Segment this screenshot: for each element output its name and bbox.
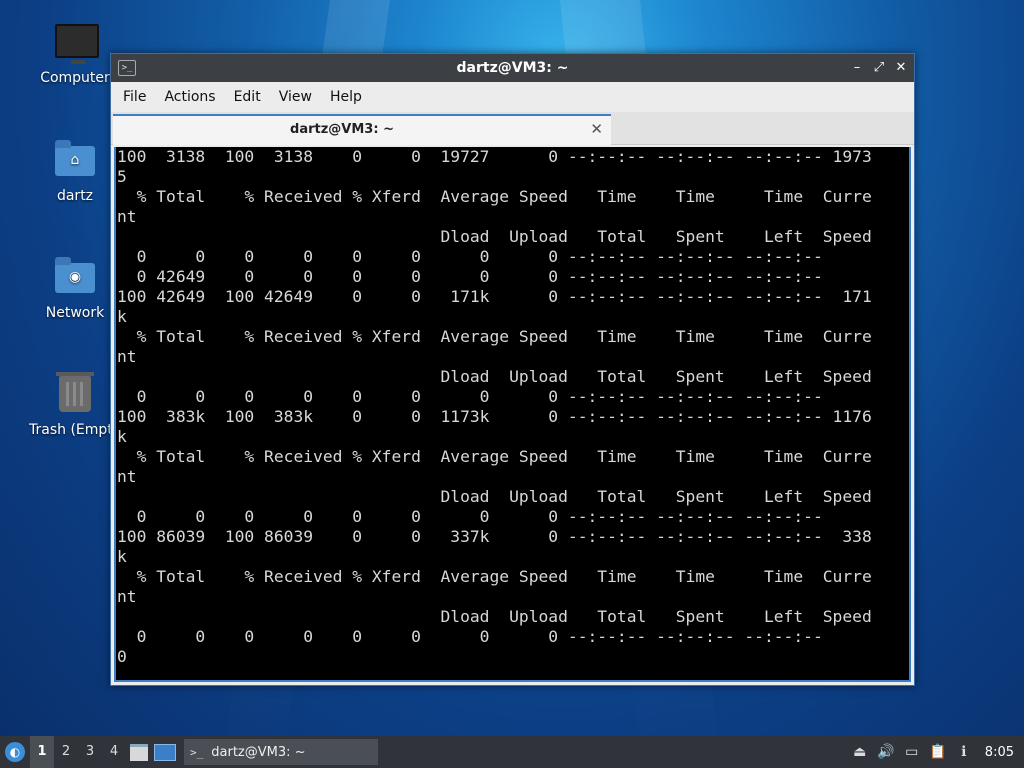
computer-icon bbox=[53, 20, 99, 64]
taskbar: ◐ 1 2 3 4 >_ dartz@VM3: ~ ⏏ 🔊 ▭ 📋 ℹ 8:05 bbox=[0, 736, 1024, 768]
workspace-4[interactable]: 4 bbox=[102, 736, 126, 768]
eject-icon[interactable]: ⏏ bbox=[847, 736, 873, 768]
home-folder-icon: ⌂ bbox=[53, 138, 97, 182]
terminal-window: >_ dartz@VM3: ~ – ⤢ ✕ File Actions Edit … bbox=[110, 53, 915, 686]
network-folder-icon: ◉ bbox=[53, 255, 97, 299]
terminal-task-icon: >_ bbox=[190, 745, 204, 759]
show-desktop-button[interactable] bbox=[152, 736, 178, 768]
terminal-line: nt bbox=[117, 467, 137, 486]
terminal-line: k bbox=[117, 427, 127, 446]
terminal-line: % Total % Received % Xferd Average Speed… bbox=[117, 447, 872, 466]
close-icon[interactable]: ✕ bbox=[892, 59, 910, 77]
start-menu-button[interactable]: ◐ bbox=[0, 736, 30, 768]
desktop-icon-network[interactable]: ◉ Network bbox=[29, 255, 121, 321]
terminal-line: 0 0 0 0 0 0 0 0 --:--:-- --:--:-- --:--:… bbox=[117, 387, 823, 406]
update-notifier-icon[interactable]: ℹ bbox=[951, 736, 977, 768]
terminal-line: Dload Upload Total Spent Left Speed bbox=[117, 367, 872, 386]
terminal-line: 100 42649 100 42649 0 0 171k 0 --:--:-- … bbox=[117, 287, 872, 306]
task-label: dartz@VM3: ~ bbox=[211, 744, 306, 760]
terminal-line: k bbox=[117, 547, 127, 566]
tab-close-icon[interactable]: ✕ bbox=[590, 120, 603, 138]
terminal-line: Dload Upload Total Spent Left Speed bbox=[117, 487, 872, 506]
desktop-icon-label: Network bbox=[45, 305, 105, 321]
show-desktop-icon bbox=[154, 743, 176, 761]
minimize-icon[interactable]: – bbox=[848, 59, 866, 77]
terminal-line: 0 0 0 0 0 0 0 0 --:--:-- --:--:-- --:--:… bbox=[117, 247, 823, 266]
menu-bar: File Actions Edit View Help bbox=[111, 82, 914, 112]
terminal-line: 0 bbox=[117, 647, 127, 666]
terminal-line: % Total % Received % Xferd Average Speed… bbox=[117, 187, 872, 206]
clipboard-icon[interactable]: 📋 bbox=[925, 736, 951, 768]
network-tray-icon[interactable]: ▭ bbox=[899, 736, 925, 768]
workspace-2[interactable]: 2 bbox=[54, 736, 78, 768]
terminal-line: 0 0 0 0 0 0 0 0 --:--:-- --:--:-- --:--:… bbox=[117, 507, 823, 526]
window-title: dartz@VM3: ~ bbox=[456, 60, 569, 76]
volume-icon[interactable]: 🔊 bbox=[873, 736, 899, 768]
system-tray: ⏏ 🔊 ▭ 📋 ℹ 8:05 bbox=[847, 736, 1024, 768]
menu-help[interactable]: Help bbox=[324, 89, 374, 105]
clock[interactable]: 8:05 bbox=[977, 745, 1024, 760]
desktop-icon-label: Computer bbox=[40, 70, 110, 86]
tab-bar: dartz@VM3: ~ ✕ bbox=[111, 112, 914, 145]
desktop-icon-label: dartz bbox=[56, 188, 94, 204]
menu-view[interactable]: View bbox=[273, 89, 324, 105]
file-manager-icon bbox=[130, 743, 148, 761]
tab-title: dartz@VM3: ~ bbox=[290, 122, 394, 137]
terminal-line: % Total % Received % Xferd Average Speed… bbox=[117, 567, 872, 586]
lubuntu-logo-icon: ◐ bbox=[5, 742, 25, 762]
menu-actions[interactable]: Actions bbox=[158, 89, 227, 105]
terminal-line: 100 86039 100 86039 0 0 337k 0 --:--:-- … bbox=[117, 527, 872, 546]
workspace-1[interactable]: 1 bbox=[30, 736, 54, 768]
window-titlebar[interactable]: >_ dartz@VM3: ~ – ⤢ ✕ bbox=[111, 54, 914, 82]
terminal-line: % Total % Received % Xferd Average Speed… bbox=[117, 327, 872, 346]
trash-icon bbox=[53, 372, 97, 416]
terminal-line: nt bbox=[117, 587, 137, 606]
terminal-line: 0 42649 0 0 0 0 0 0 --:--:-- --:--:-- --… bbox=[117, 267, 823, 286]
desktop-icon-home-folder[interactable]: ⌂ dartz bbox=[29, 138, 121, 204]
restore-icon[interactable]: ⤢ bbox=[870, 59, 888, 77]
desktop-icon-computer[interactable]: Computer bbox=[29, 20, 121, 86]
terminal-line: Dload Upload Total Spent Left Speed bbox=[117, 227, 872, 246]
terminal-line: 5 bbox=[117, 167, 127, 186]
terminal-line: 0 0 0 0 0 0 0 0 --:--:-- --:--:-- --:--:… bbox=[117, 627, 823, 646]
terminal-line: 100 3138 100 3138 0 0 19727 0 --:--:-- -… bbox=[117, 147, 872, 166]
terminal-line: Dload Upload Total Spent Left Speed bbox=[117, 607, 872, 626]
desktop-icon-trash[interactable]: Trash (Empty) bbox=[29, 372, 127, 438]
terminal-line: k bbox=[117, 307, 127, 326]
workspace-3[interactable]: 3 bbox=[78, 736, 102, 768]
terminal-line: 100 383k 100 383k 0 0 1173k 0 --:--:-- -… bbox=[117, 407, 872, 426]
terminal-line: nt bbox=[117, 347, 137, 366]
taskbar-task-terminal[interactable]: >_ dartz@VM3: ~ bbox=[184, 739, 378, 765]
file-manager-launcher[interactable] bbox=[126, 736, 152, 768]
menu-edit[interactable]: Edit bbox=[228, 89, 273, 105]
tab-terminal[interactable]: dartz@VM3: ~ ✕ bbox=[113, 114, 611, 145]
terminal-output[interactable]: 100 3138 100 3138 0 0 19727 0 --:--:-- -… bbox=[114, 147, 911, 682]
menu-file[interactable]: File bbox=[117, 89, 158, 105]
desktop-icon-label: Trash (Empty) bbox=[29, 422, 127, 438]
terminal-line: nt bbox=[117, 207, 137, 226]
